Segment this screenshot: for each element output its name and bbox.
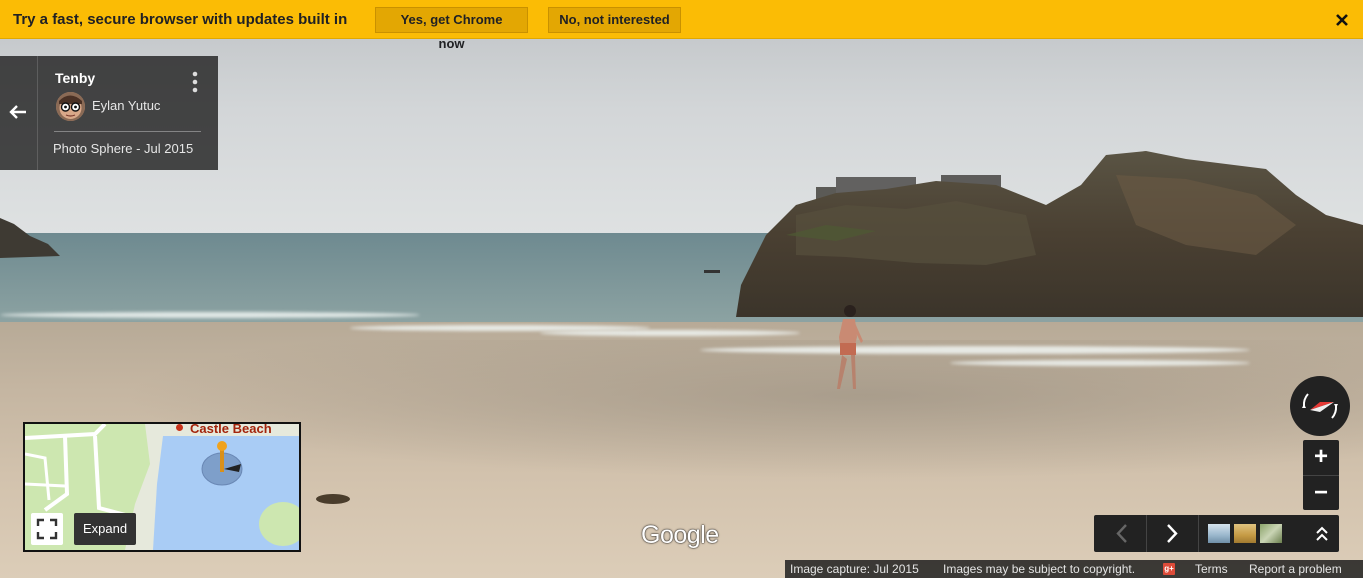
chevron-right-icon [1167, 524, 1178, 543]
card-divider [54, 131, 201, 132]
footer-bar: Image capture: Jul 2015 Images may be su… [785, 560, 1363, 578]
wave-foam [540, 330, 800, 336]
photo-thumbnail[interactable] [1234, 524, 1256, 543]
infobar-message: Try a fast, secure browser with updates … [13, 11, 348, 28]
avatar-face-icon [56, 92, 85, 121]
back-arrow-icon [9, 105, 26, 119]
photo-thumbnail[interactable] [1260, 524, 1282, 543]
photo-strip [1094, 515, 1339, 552]
image-capture-date: Image capture: Jul 2015 [790, 562, 919, 576]
report-problem-link[interactable]: Report a problem [1249, 560, 1342, 578]
boat [704, 270, 720, 273]
google-logo: Google [641, 521, 719, 549]
zoom-controls: + − [1303, 440, 1339, 510]
compass-icon [1302, 393, 1338, 419]
seaweed [316, 494, 350, 504]
st-catherines-island [736, 151, 1363, 317]
get-chrome-button[interactable]: Yes, get Chrome now [375, 7, 528, 51]
more-vert-icon[interactable] [191, 71, 199, 93]
double-chevron-up-icon [1316, 526, 1328, 541]
minimap-tiles [25, 424, 299, 550]
next-photo-button[interactable] [1146, 515, 1196, 552]
not-interested-button[interactable]: No, not interested [548, 7, 681, 33]
back-button[interactable] [0, 56, 38, 170]
place-title[interactable]: Tenby [55, 70, 95, 86]
compass-control[interactable] [1290, 376, 1350, 436]
chevron-left-icon [1116, 524, 1127, 543]
previous-photo-button[interactable] [1096, 515, 1146, 552]
expand-tooltip: Expand [74, 513, 137, 545]
zoom-out-button[interactable]: − [1303, 475, 1339, 510]
author-avatar[interactable] [56, 92, 85, 121]
chrome-promo-infobar: Try a fast, secure browser with updates … [0, 0, 1363, 51]
castle-beach-pin-icon[interactable] [176, 424, 183, 431]
zoom-in-button[interactable]: + [1303, 440, 1339, 475]
person-walking [837, 305, 863, 389]
close-icon[interactable] [1332, 10, 1352, 30]
wave-foam [0, 312, 420, 318]
expand-map-button[interactable] [31, 513, 63, 545]
terms-link[interactable]: Terms [1195, 560, 1228, 578]
photo-sphere-date: Photo Sphere - Jul 2015 [53, 141, 194, 156]
map-place-label[interactable]: Castle Beach [190, 424, 272, 436]
strip-divider [1198, 515, 1199, 552]
photo-info-card: Tenby Eylan Yutuc Photo Sphere - Jul 201… [0, 56, 218, 170]
copyright-notice: Images may be subject to copyright. [943, 562, 1136, 576]
author-name[interactable]: Eylan Yutuc [92, 98, 160, 113]
fullscreen-icon [36, 518, 58, 540]
wave-foam [700, 346, 1250, 354]
expand-strip-button[interactable] [1312, 523, 1332, 545]
left-headland [0, 218, 60, 258]
google-plus-icon[interactable]: g+ [1163, 563, 1175, 575]
photo-thumbnail[interactable] [1208, 524, 1230, 543]
wave-foam [950, 360, 1250, 366]
minimap[interactable]: Castle Beach Expand [23, 422, 301, 552]
